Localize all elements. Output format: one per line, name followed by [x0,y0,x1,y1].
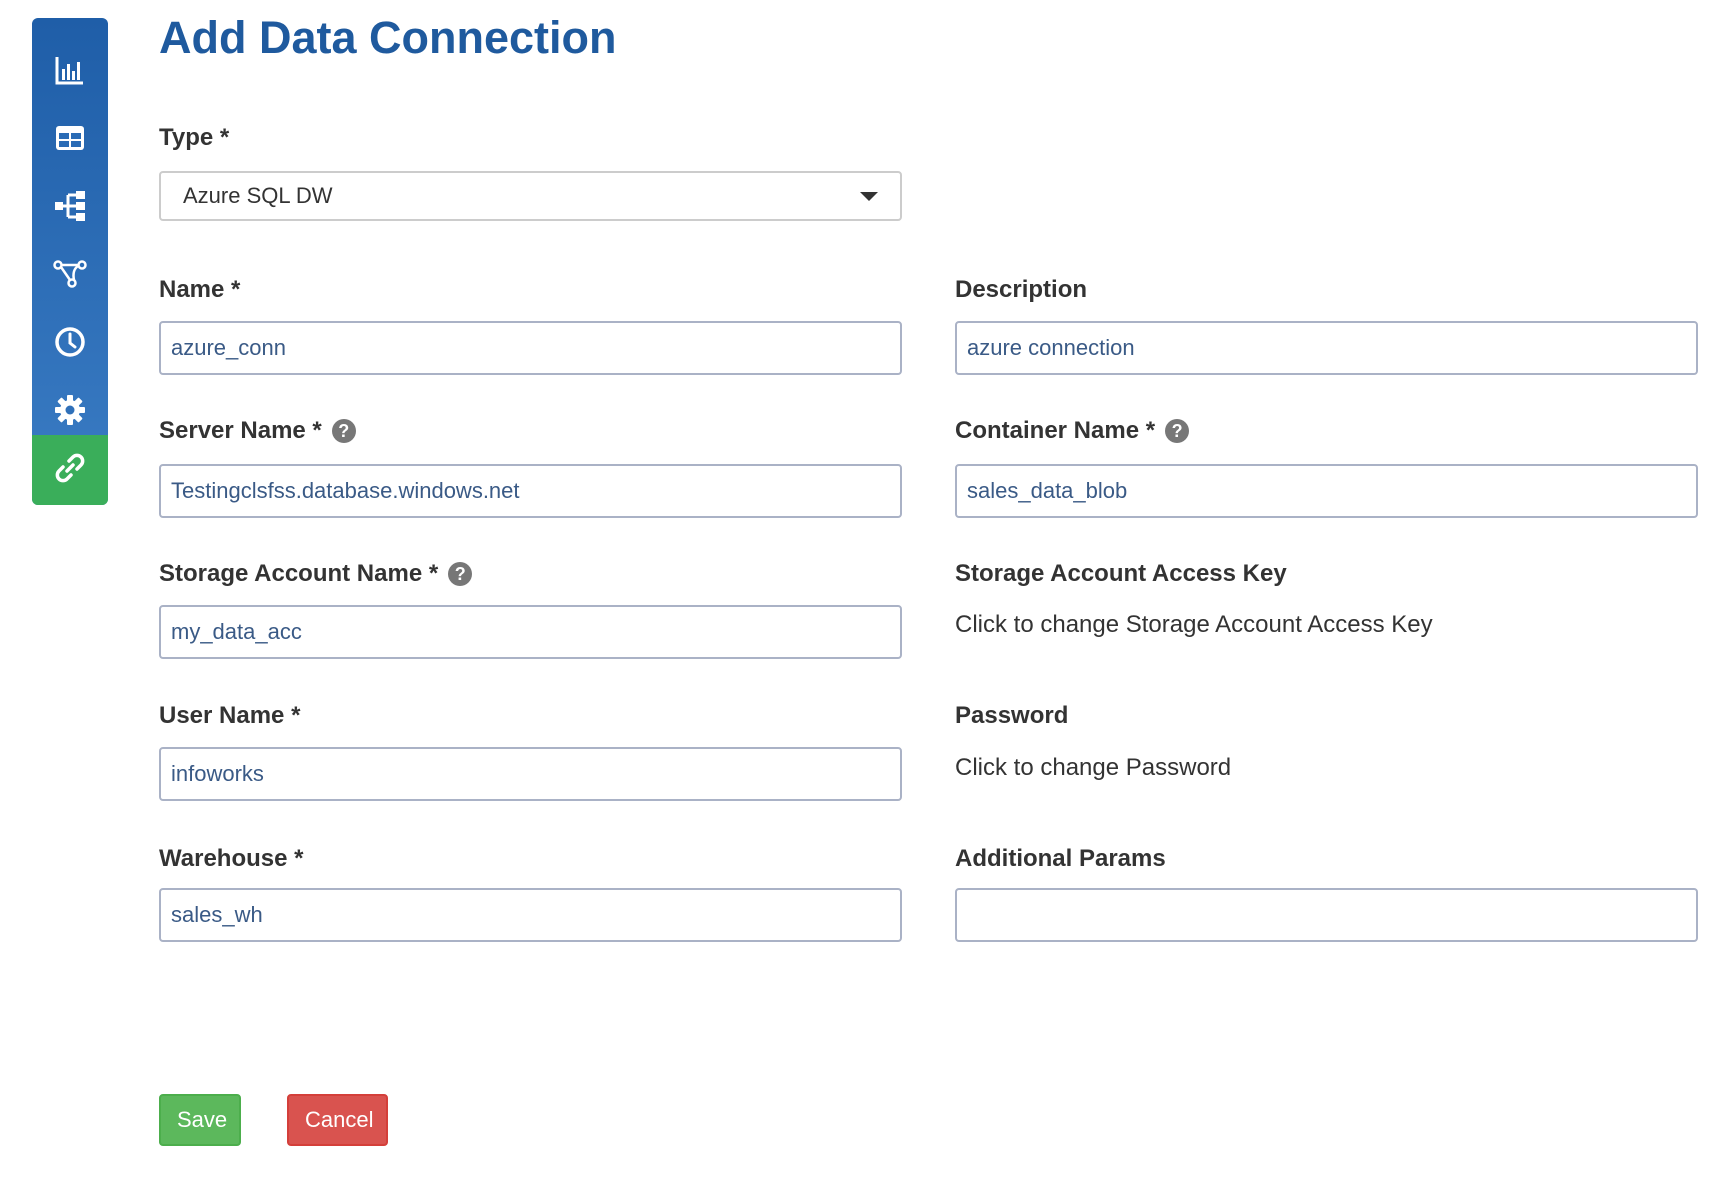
additional-params-label-text: Additional Params [955,845,1166,872]
container-name-label: Container Name * ? [955,417,1190,445]
sidebar-item-tables[interactable] [32,108,108,172]
user-name-label: User Name * [159,702,300,730]
user-name-input[interactable] [159,747,902,801]
type-label: Type * [159,124,229,152]
description-label: Description [955,276,1087,304]
save-button[interactable]: Save [159,1094,241,1146]
storage-access-key-label: Storage Account Access Key [955,560,1287,588]
change-storage-access-key-link[interactable]: Click to change Storage Account Access K… [955,611,1433,639]
page-title: Add Data Connection [159,12,617,63]
help-icon[interactable]: ? [1165,419,1190,443]
server-name-input[interactable] [159,464,902,518]
additional-params-input[interactable] [955,888,1698,942]
bar-chart-icon [52,52,88,93]
name-label: Name * [159,276,240,304]
help-icon[interactable]: ? [331,419,356,443]
table-icon [52,120,88,161]
storage-account-name-label-text: Storage Account Name * [159,560,439,587]
type-select[interactable]: Azure SQL DW [159,171,902,221]
sidebar-item-connections[interactable] [32,435,108,505]
hierarchy-icon [52,188,88,229]
warehouse-input[interactable] [159,888,902,942]
type-label-text: Type * [159,124,230,151]
description-label-text: Description [955,276,1088,303]
sidebar-item-hierarchy[interactable] [32,176,108,240]
link-icon [52,450,88,491]
type-select-value: Azure SQL DW [183,183,333,208]
clock-icon [52,324,88,365]
container-name-input[interactable] [955,464,1698,518]
warehouse-label-text: Warehouse * [159,845,304,872]
help-icon[interactable]: ? [448,562,473,586]
description-input[interactable] [955,321,1698,375]
gear-icon [52,392,88,433]
sidebar-nav [32,18,108,505]
pipeline-icon [52,256,88,297]
additional-params-label: Additional Params [955,845,1166,873]
cancel-button[interactable]: Cancel [287,1094,388,1146]
container-name-label-text: Container Name * [955,417,1156,444]
sidebar-item-dashboard[interactable] [32,40,108,104]
sidebar-item-schedules[interactable] [32,312,108,376]
storage-account-name-input[interactable] [159,605,902,659]
warehouse-label: Warehouse * [159,845,303,873]
password-label-text: Password [955,702,1069,729]
storage-account-name-label: Storage Account Name * ? [159,560,473,588]
chevron-down-icon [860,191,878,201]
change-password-link[interactable]: Click to change Password [955,754,1231,782]
password-label: Password [955,702,1068,730]
name-input[interactable] [159,321,902,375]
name-label-text: Name * [159,276,241,303]
sidebar-item-pipelines[interactable] [32,244,108,308]
server-name-label-text: Server Name * [159,417,322,444]
storage-access-key-label-text: Storage Account Access Key [955,560,1287,587]
server-name-label: Server Name * ? [159,417,356,445]
user-name-label-text: User Name * [159,702,301,729]
